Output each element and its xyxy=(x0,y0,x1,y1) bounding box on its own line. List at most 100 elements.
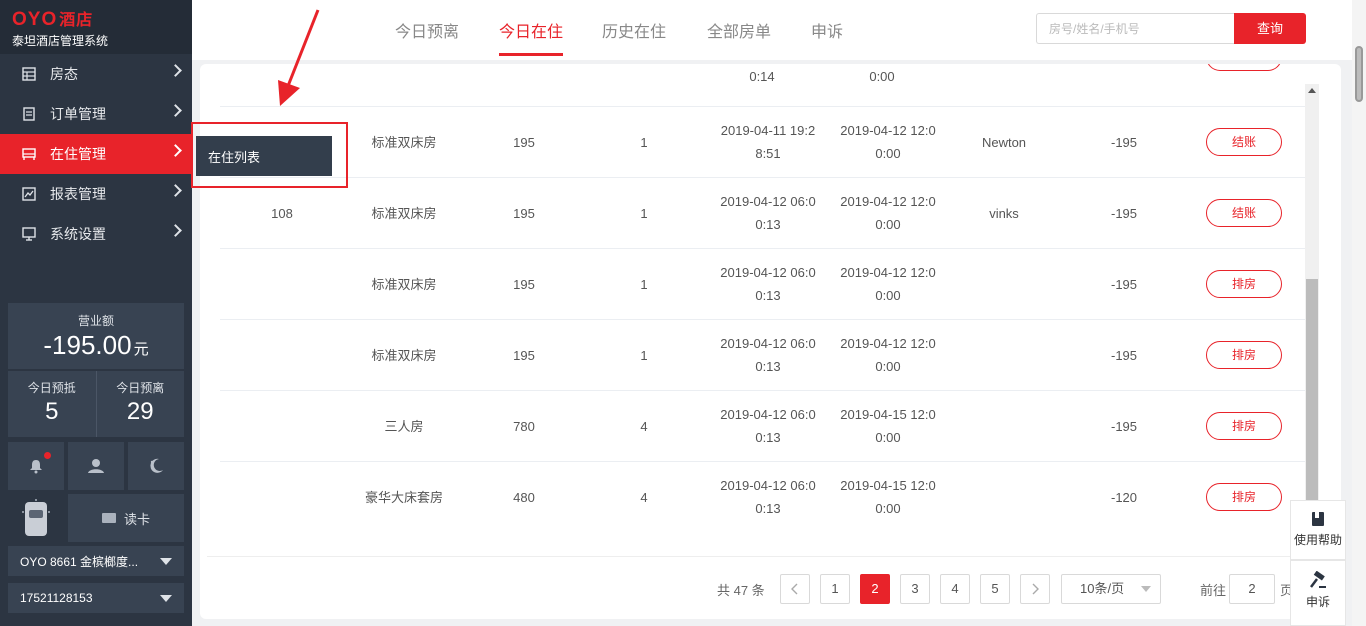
checkout-date: 2019-04-12 12:0 xyxy=(840,123,936,138)
notification-button[interactable] xyxy=(8,442,64,490)
window-scrollbar-thumb[interactable] xyxy=(1355,46,1363,102)
goto-page-input[interactable]: 2 xyxy=(1229,574,1275,604)
bed-icon xyxy=(22,147,36,161)
guest-name xyxy=(944,391,1064,461)
page-button[interactable]: 1 xyxy=(820,574,850,604)
sidebar-item-label: 房态 xyxy=(50,66,78,82)
sidebar-item-in-house[interactable]: 在住管理 xyxy=(0,134,192,174)
action-button-partial[interactable] xyxy=(1206,64,1282,84)
checkout-time-tail: 0:00 xyxy=(875,146,901,161)
today-depart-count: 29 xyxy=(126,398,154,425)
assign-room-button-cell: 排房 xyxy=(1206,462,1282,532)
caret-down-icon xyxy=(1141,586,1151,592)
assign-room-button-cell: 排房 xyxy=(1206,249,1282,319)
read-card-label: 读卡 xyxy=(123,511,150,527)
prev-page-button[interactable] xyxy=(780,574,810,604)
tab-history-in-house[interactable]: 历史在住 xyxy=(602,18,666,56)
guest-count: 1 xyxy=(640,134,648,150)
monitor-icon xyxy=(22,227,36,241)
scrollbar-thumb[interactable] xyxy=(1306,279,1318,514)
revenue-value: -195.00 元 xyxy=(8,330,184,361)
page-size-select[interactable]: 10条/页 xyxy=(1061,574,1161,604)
sidebar-item-room-status[interactable]: 房态 xyxy=(0,54,192,94)
search-button[interactable]: 查询 xyxy=(1234,13,1306,44)
grid-icon xyxy=(22,67,36,81)
room-number xyxy=(232,249,332,319)
sidebar-item-orders[interactable]: 订单管理 xyxy=(0,94,192,134)
checkin-date: 2019-04-12 06:0 xyxy=(720,265,816,280)
checkout-time: 2019-04-12 12:0 0:00 xyxy=(828,178,948,248)
today-arrive[interactable]: 今日预抵 5 xyxy=(8,371,96,437)
table-scrollbar[interactable] xyxy=(1305,84,1319,514)
goto-label: 前往 xyxy=(1200,583,1227,598)
checkout-time-tail: 0:00 xyxy=(875,501,901,516)
in-house-table: 0:14 0:00 标准双床房 195 1 2019-04-11 19:2 8:5… xyxy=(220,64,1305,532)
table-row: 三人房 780 4 2019-04-12 06:0 0:13 2019-04-15… xyxy=(220,391,1305,462)
hotel-select[interactable]: OYO 8661 金槟榔度... xyxy=(8,546,184,576)
checkout-time-tail: 0:00 xyxy=(875,217,901,232)
checkin-date: 2019-04-12 06:0 xyxy=(720,194,816,209)
room-price: 480 xyxy=(513,489,535,505)
logo-text: OYO xyxy=(12,9,58,30)
checkin-time: 2019-04-12 06:0 0:13 xyxy=(708,320,828,390)
caret-down-icon xyxy=(160,595,172,602)
user-button[interactable] xyxy=(68,442,124,490)
checkout-time: 2019-04-12 12:0 0:00 xyxy=(828,249,948,319)
moon-icon xyxy=(150,458,163,473)
assign-room-button[interactable]: 排房 xyxy=(1206,412,1282,440)
appeal-label: 申诉 xyxy=(1305,595,1330,609)
search-input[interactable] xyxy=(1036,13,1234,44)
card-icon xyxy=(101,513,116,523)
revenue-amount: -195.00 xyxy=(43,330,132,360)
checkout-time-tail: 0:00 xyxy=(875,430,901,445)
today-arrive-count: 5 xyxy=(45,398,59,425)
room-price: 195 xyxy=(513,134,535,150)
page-button-current[interactable]: 2 xyxy=(860,574,890,604)
help-button[interactable]: 使用帮助 xyxy=(1290,500,1346,560)
checkout-time-tail: 0:00 xyxy=(875,359,901,374)
checkin-time-tail: 0:13 xyxy=(755,501,781,516)
appeal-button[interactable]: 申诉 xyxy=(1290,560,1346,626)
checkin-date: 2019-04-12 06:0 xyxy=(720,407,816,422)
quick-actions xyxy=(8,442,184,490)
assign-room-button[interactable]: 排房 xyxy=(1206,341,1282,369)
assign-room-button[interactable]: 排房 xyxy=(1206,270,1282,298)
total-count: 共 47 条 xyxy=(717,583,765,598)
pagination: 共 47 条 1 2 3 4 5 10条/页 前往 2 页 xyxy=(207,556,1341,619)
phone-select[interactable]: 17521128153 xyxy=(8,583,184,613)
assign-room-button[interactable]: 排房 xyxy=(1206,483,1282,511)
chevron-right-icon xyxy=(169,224,182,237)
card-reader-icon xyxy=(22,499,50,536)
sidebar-item-label: 报表管理 xyxy=(50,186,106,202)
page-button[interactable]: 5 xyxy=(980,574,1010,604)
checkin-time: 2019-04-12 06:0 0:13 xyxy=(708,249,828,319)
balance: -195 xyxy=(1110,205,1138,221)
tab-today-in-house[interactable]: 今日在住 xyxy=(499,18,564,56)
checkout-date: 2019-04-15 12:0 xyxy=(840,478,936,493)
today-depart[interactable]: 今日预离 29 xyxy=(95,371,185,437)
page-button[interactable]: 4 xyxy=(940,574,970,604)
today-depart-label: 今日预离 xyxy=(116,381,165,395)
document-icon xyxy=(22,107,36,121)
guest-count: 4 xyxy=(640,418,648,434)
balance: -195 xyxy=(1110,347,1138,363)
checkin-time-tail: 0:13 xyxy=(755,359,781,374)
window-scrollbar[interactable] xyxy=(1352,0,1366,626)
sidebar-item-reports[interactable]: 报表管理 xyxy=(0,174,192,214)
tab-all-orders[interactable]: 全部房单 xyxy=(707,18,771,56)
revenue-unit: 元 xyxy=(133,341,149,358)
scroll-up-icon[interactable] xyxy=(1308,88,1316,93)
logo[interactable]: OYO 酒店 xyxy=(12,6,192,31)
read-card-button[interactable]: 读卡 xyxy=(68,494,184,542)
checkout-button[interactable]: 结账 xyxy=(1206,128,1282,156)
checkin-time: 0:14 xyxy=(749,68,775,84)
page-button[interactable]: 3 xyxy=(900,574,930,604)
night-audit-button[interactable] xyxy=(128,442,184,490)
tab-appeal[interactable]: 申诉 xyxy=(811,18,843,56)
checkout-button[interactable]: 结账 xyxy=(1206,199,1282,227)
next-page-button[interactable] xyxy=(1020,574,1050,604)
chevron-right-icon xyxy=(169,104,182,117)
checkin-time-tail: 0:13 xyxy=(755,217,781,232)
tab-today-departure[interactable]: 今日预离 xyxy=(395,18,459,56)
sidebar-item-settings[interactable]: 系统设置 xyxy=(0,214,192,254)
